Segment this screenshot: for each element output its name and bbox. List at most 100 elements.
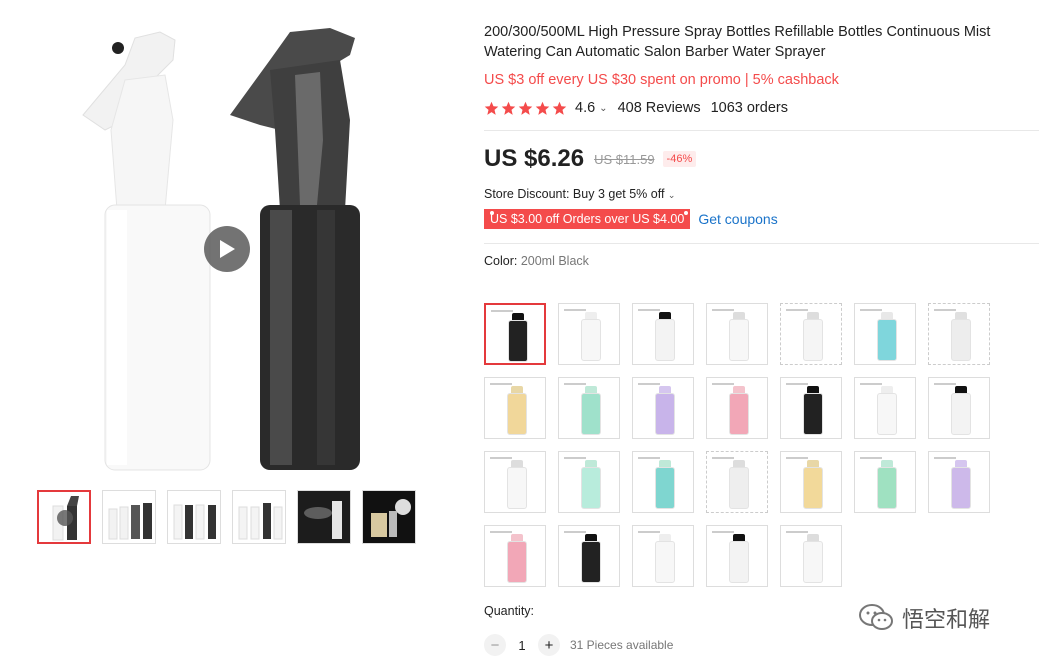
decrease-quantity-button[interactable]: − <box>484 634 506 656</box>
color-swatch[interactable] <box>706 525 768 587</box>
color-swatch[interactable] <box>632 525 694 587</box>
swatch-label-mark <box>860 309 882 311</box>
get-coupons-link[interactable]: Get coupons <box>698 211 777 227</box>
play-icon <box>220 240 235 258</box>
bottle-body <box>729 467 749 509</box>
swatch-label-mark <box>638 383 660 385</box>
color-swatch[interactable] <box>854 377 916 439</box>
product-title: 200/300/500ML High Pressure Spray Bottle… <box>484 24 991 60</box>
color-swatch[interactable] <box>558 525 620 587</box>
divider <box>484 243 1039 244</box>
color-swatch[interactable] <box>706 451 768 513</box>
color-swatch[interactable] <box>780 451 842 513</box>
bottle-body <box>655 393 675 435</box>
color-swatch[interactable] <box>780 377 842 439</box>
color-swatch[interactable] <box>632 377 694 439</box>
bottle-body <box>803 393 823 435</box>
color-swatch[interactable] <box>706 303 768 365</box>
swatch-label-mark <box>638 457 660 459</box>
color-swatch[interactable] <box>484 377 546 439</box>
color-selected-value: 200ml Black <box>520 254 589 268</box>
store-discount-text: Store Discount: Buy 3 get 5% off <box>484 187 665 201</box>
increase-quantity-button[interactable]: + <box>538 634 560 656</box>
rating-score[interactable]: 4.6 <box>575 100 595 116</box>
star-icon <box>501 101 516 115</box>
swatch-label-mark <box>638 309 660 311</box>
swatch-label-mark <box>564 457 586 459</box>
color-label: Color: 200ml Black <box>484 254 1039 268</box>
bottle-body <box>507 393 527 435</box>
star-icon <box>535 101 550 115</box>
coupon-row: US $3.00 off Orders over US $4.00 Get co… <box>484 209 1039 229</box>
color-swatch[interactable] <box>928 451 990 513</box>
color-swatch[interactable] <box>484 451 546 513</box>
swatch-label-mark <box>564 531 586 533</box>
swatch-label-mark <box>490 383 512 385</box>
quantity-input[interactable]: 1 <box>506 638 538 653</box>
bottle-body <box>803 541 823 583</box>
bottle-body <box>729 319 749 361</box>
reviews-count[interactable]: 408 Reviews <box>618 100 701 116</box>
chevron-down-icon[interactable]: ⌄ <box>599 103 607 114</box>
color-swatch[interactable] <box>780 525 842 587</box>
thumbnail-5[interactable] <box>297 490 351 544</box>
star-icon <box>552 101 567 115</box>
swatch-label-mark <box>712 309 734 311</box>
thumbnail-6[interactable] <box>362 490 416 544</box>
play-video-button[interactable] <box>204 226 250 272</box>
color-swatch[interactable] <box>928 377 990 439</box>
bottle-body <box>951 467 971 509</box>
swatch-label-mark <box>786 531 808 533</box>
store-discount[interactable]: Store Discount: Buy 3 get 5% off ⌄ <box>484 187 1039 201</box>
star-icon <box>518 101 533 115</box>
thumbnail-3[interactable] <box>167 490 221 544</box>
swatch-label-mark <box>491 310 513 312</box>
bottle-body <box>951 319 971 361</box>
color-swatch[interactable] <box>854 303 916 365</box>
bottle-body <box>508 320 528 362</box>
color-swatch[interactable] <box>484 303 546 365</box>
swatch-label-mark <box>712 383 734 385</box>
play-icon <box>57 510 73 526</box>
swatch-label-mark <box>712 457 734 459</box>
rating-row: 4.6 ⌄ 408 Reviews 1063 orders <box>484 100 1039 116</box>
color-swatch[interactable] <box>484 525 546 587</box>
thumbnail-1[interactable] <box>37 490 91 544</box>
color-swatch[interactable] <box>706 377 768 439</box>
color-swatch[interactable] <box>780 303 842 365</box>
original-price: US $11.59 <box>594 151 655 167</box>
bottle-body <box>655 541 675 583</box>
bottle-body <box>877 319 897 361</box>
color-swatch[interactable] <box>632 303 694 365</box>
swatch-label-mark <box>786 383 808 385</box>
swatch-label-mark <box>564 383 586 385</box>
color-swatch[interactable] <box>854 451 916 513</box>
watermark-text: 悟空和解 <box>902 608 991 633</box>
color-swatch[interactable] <box>928 303 990 365</box>
color-swatch[interactable] <box>632 451 694 513</box>
swatch-label-mark <box>712 531 734 533</box>
swatch-label-mark <box>564 309 586 311</box>
swatch-label-mark <box>490 531 512 533</box>
quantity-label: Quantity: <box>484 604 535 618</box>
swatch-label-mark <box>860 457 882 459</box>
bottle-body <box>581 393 601 435</box>
bottle-body <box>655 467 675 509</box>
thumbnail-2[interactable] <box>102 490 156 544</box>
thumbnail-4[interactable] <box>232 490 286 544</box>
color-swatch[interactable] <box>558 377 620 439</box>
bottle-body <box>507 541 527 583</box>
white-bottle-illustration <box>82 31 211 471</box>
chevron-down-icon: ⌄ <box>667 190 676 200</box>
swatch-label-mark <box>934 309 956 311</box>
swatch-label-mark <box>638 531 660 533</box>
color-swatch[interactable] <box>558 303 620 365</box>
color-swatch[interactable] <box>558 451 620 513</box>
coupon-badge[interactable]: US $3.00 off Orders over US $4.00 <box>484 209 691 229</box>
bottle-body <box>877 393 897 435</box>
promo-text[interactable]: US $3 off every US $30 spent on promo | … <box>484 72 1039 88</box>
swatch-label-mark <box>860 383 882 385</box>
bottle-body <box>581 319 601 361</box>
watermark: 悟空和解 <box>858 602 990 634</box>
product-details: 200/300/500ML High Pressure Spray Bottle… <box>484 22 1039 268</box>
